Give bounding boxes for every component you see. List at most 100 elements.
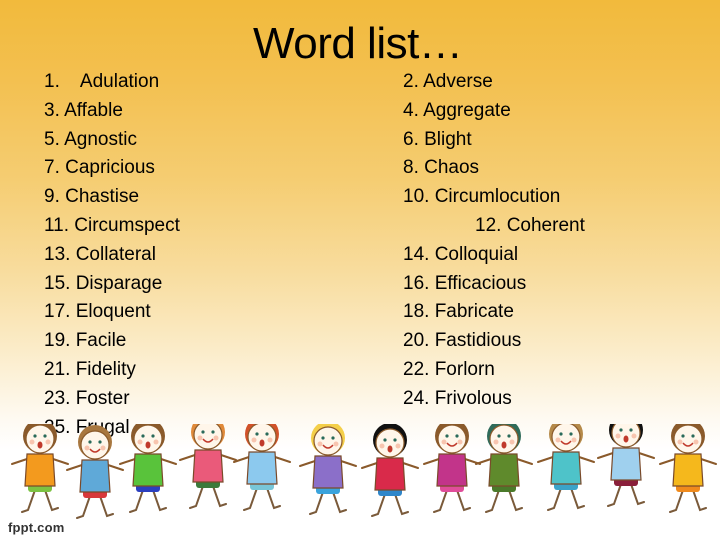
child-eye [201, 430, 205, 434]
child-legs [189, 485, 227, 509]
word-list-item: 16. Efficacious [403, 272, 527, 294]
child-legs [607, 483, 645, 507]
word-list-item: 1. Adulation [44, 71, 160, 92]
child-shirt [79, 459, 111, 493]
word-list-item: 9. Chastise [44, 186, 140, 208]
child-legs [243, 487, 281, 511]
child-face [133, 424, 163, 454]
child-legs [371, 493, 409, 517]
child-cheek [441, 439, 447, 445]
child-eye [455, 434, 459, 438]
child-cheek [457, 439, 463, 445]
child-eye [445, 434, 449, 438]
word-list-item: 3. Affable [44, 99, 123, 121]
word-list-item: 24. Frivolous [403, 387, 512, 409]
child-cheek [571, 437, 577, 443]
child-cheek [631, 433, 637, 439]
word-list-item: 23. Foster [44, 387, 130, 409]
child-cheek [213, 435, 219, 441]
children-illustration [11, 424, 717, 519]
child-eye [151, 434, 155, 438]
child-shirt [488, 453, 520, 487]
child-cheek [693, 439, 699, 445]
word-list-item: 4. Aggregate [403, 99, 511, 121]
child-shirt [24, 453, 56, 487]
word-list-item: 6. Blight [403, 128, 472, 150]
child-eye [569, 432, 573, 436]
word-list-item: 17. Eloquent [44, 301, 151, 323]
child-cheek [509, 439, 515, 445]
child-eye [681, 434, 685, 438]
child-cheek [153, 439, 159, 445]
child-cheek [29, 439, 35, 445]
child-face [673, 424, 703, 454]
child-cheek [555, 437, 561, 443]
child-shirt [436, 453, 468, 487]
child-eye [393, 438, 397, 442]
child-mouth [37, 441, 43, 449]
child-figure [475, 424, 533, 513]
child-legs [309, 491, 347, 515]
child-eye [559, 432, 563, 436]
child-cheek [197, 435, 203, 441]
child-eye [98, 440, 102, 444]
child-cheek [677, 439, 683, 445]
child-eye [321, 436, 325, 440]
child-figure [361, 424, 419, 517]
slide-title: Word list… [253, 19, 463, 68]
child-eye [383, 438, 387, 442]
word-list-item: 18. Fabricate [403, 301, 514, 323]
child-eye [211, 430, 215, 434]
child-figure [119, 424, 177, 513]
word-list-item: 11. Circumspect [44, 214, 180, 236]
child-figure [537, 424, 595, 511]
child-face [80, 430, 110, 460]
child-cheek [100, 445, 106, 451]
child-legs [129, 489, 167, 513]
child-figure [299, 424, 357, 515]
word-list-item: 21. Fidelity [44, 358, 136, 380]
child-face [375, 428, 405, 458]
child-eye [691, 434, 695, 438]
child-face [25, 424, 55, 454]
child-cheek [395, 443, 401, 449]
child-eye [88, 440, 92, 444]
watermark-text: fppt.com [8, 520, 65, 535]
word-list-item: 13. Collateral [44, 243, 156, 265]
child-figure [659, 424, 717, 513]
child-face [247, 424, 277, 452]
child-mouth [387, 445, 393, 453]
child-shirt [550, 451, 582, 485]
slide-background: Word list… 1. Adulation 3. Affable 5. Ag… [0, 0, 720, 540]
child-eye [629, 428, 633, 432]
child-legs [669, 489, 707, 513]
word-list-left-column: 1. Adulation 3. Affable 5. Agnostic 7. C… [44, 68, 180, 442]
child-mouth [259, 439, 265, 447]
child-legs [433, 489, 471, 513]
child-mouth [623, 435, 629, 443]
word-list-item: 14. Colloquial [403, 243, 519, 265]
child-figure [11, 424, 69, 513]
child-eye [497, 434, 501, 438]
child-legs [485, 489, 523, 513]
child-eye [255, 432, 259, 436]
child-legs [547, 487, 585, 511]
child-figure [597, 424, 655, 507]
child-cheek [45, 439, 51, 445]
child-eye [619, 428, 623, 432]
word-list-item: 12. Coherent [475, 214, 585, 236]
child-eye [43, 434, 47, 438]
child-cheek [267, 437, 273, 443]
child-cheek [137, 439, 143, 445]
child-cheek [379, 443, 385, 449]
child-cheek [493, 439, 499, 445]
child-shirt [312, 455, 344, 489]
child-shirt [374, 457, 406, 491]
child-eye [507, 434, 511, 438]
child-eye [331, 436, 335, 440]
child-shirt [132, 453, 164, 487]
child-eye [141, 434, 145, 438]
child-cheek [615, 433, 621, 439]
word-list-item: 7. Capricious [44, 157, 155, 179]
word-list-item: 22. Forlorn [403, 358, 495, 380]
